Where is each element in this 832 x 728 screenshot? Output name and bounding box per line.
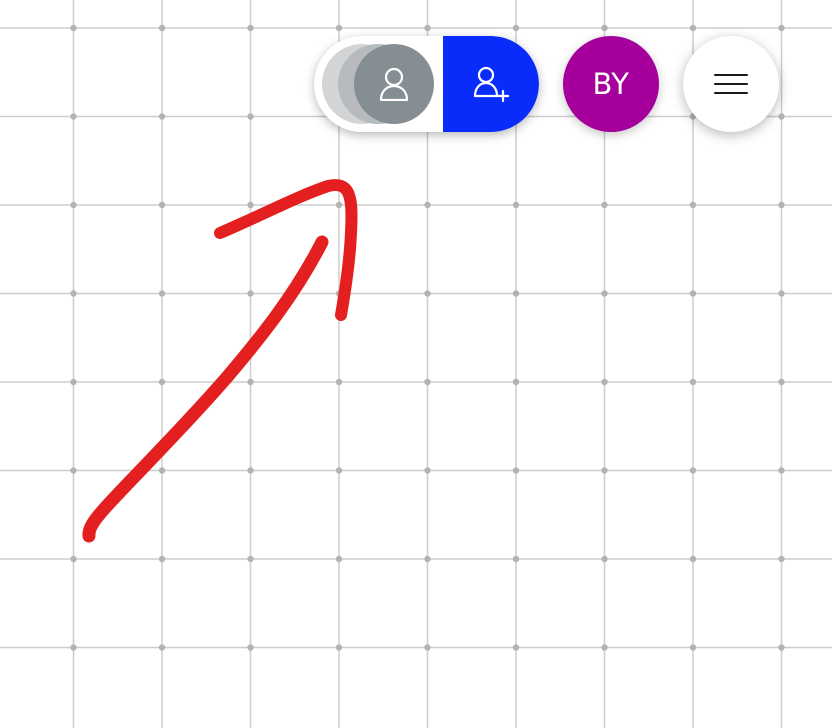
grid-dot bbox=[512, 555, 520, 563]
grid-dot bbox=[158, 290, 166, 297]
grid-dot bbox=[778, 378, 785, 386]
grid-dot bbox=[689, 555, 697, 563]
grid-dot bbox=[778, 290, 785, 297]
invite-user-button[interactable] bbox=[443, 36, 539, 132]
grid-dot bbox=[689, 467, 697, 474]
grid-dot bbox=[335, 467, 343, 474]
grid-dot bbox=[778, 24, 785, 32]
grid-dot bbox=[247, 555, 254, 563]
collaboration-controls bbox=[314, 36, 539, 132]
grid-dot bbox=[335, 290, 343, 297]
grid-dot bbox=[70, 378, 77, 386]
grid-dot bbox=[601, 644, 608, 651]
grid-dot bbox=[335, 644, 343, 651]
grid-dot bbox=[424, 201, 431, 209]
grid-dot bbox=[158, 24, 166, 32]
grid-dot bbox=[689, 24, 697, 32]
grid-dot bbox=[424, 378, 431, 386]
grid-dot bbox=[512, 24, 520, 32]
grid-dot bbox=[601, 378, 608, 386]
grid-dot bbox=[512, 201, 520, 209]
grid-dot bbox=[601, 290, 608, 297]
grid-dot bbox=[70, 24, 77, 32]
grid-dot bbox=[689, 201, 697, 209]
grid-dot bbox=[247, 644, 254, 651]
grid-dot bbox=[247, 113, 254, 120]
grid-dot bbox=[247, 24, 254, 32]
grid-dot bbox=[778, 201, 785, 209]
grid-dot bbox=[689, 378, 697, 386]
grid-dot bbox=[424, 24, 431, 32]
avatar[interactable] bbox=[354, 44, 434, 124]
current-user-avatar[interactable]: BY bbox=[563, 36, 659, 132]
grid-dot bbox=[424, 555, 431, 563]
grid-dot bbox=[335, 378, 343, 386]
grid-dot bbox=[424, 467, 431, 474]
grid-dot bbox=[158, 555, 166, 563]
grid-dot bbox=[247, 378, 254, 386]
grid-dot bbox=[70, 201, 77, 209]
grid-dot bbox=[601, 555, 608, 563]
grid-dot bbox=[158, 467, 166, 474]
grid-dot bbox=[512, 644, 520, 651]
grid-dot bbox=[158, 113, 166, 120]
grid-dot bbox=[778, 467, 785, 474]
grid-dot bbox=[158, 644, 166, 651]
grid-dot bbox=[158, 201, 166, 209]
grid-dot bbox=[247, 201, 254, 209]
grid-dot bbox=[689, 290, 697, 297]
grid-dot bbox=[424, 644, 431, 651]
add-user-icon bbox=[473, 66, 509, 102]
grid-dot bbox=[70, 467, 77, 474]
grid-dot bbox=[247, 467, 254, 474]
grid-dot bbox=[512, 290, 520, 297]
user-initials: BY bbox=[592, 67, 630, 101]
grid-dot bbox=[424, 290, 431, 297]
grid-dot bbox=[158, 378, 166, 386]
grid-dot bbox=[601, 201, 608, 209]
user-icon bbox=[379, 67, 409, 101]
grid-dot bbox=[778, 113, 785, 120]
grid-dot bbox=[70, 644, 77, 651]
grid-dot bbox=[335, 555, 343, 563]
grid-dot bbox=[512, 378, 520, 386]
grid-dot bbox=[601, 467, 608, 474]
grid-dot bbox=[601, 24, 608, 32]
grid-dot bbox=[335, 24, 343, 32]
collaborators-avatar-stack[interactable] bbox=[314, 36, 443, 132]
grid-dot bbox=[70, 290, 77, 297]
main-menu-button[interactable] bbox=[683, 36, 779, 132]
hamburger-menu-icon bbox=[714, 74, 748, 94]
grid-dot bbox=[70, 555, 77, 563]
grid-dot bbox=[335, 201, 343, 209]
grid-dot bbox=[689, 644, 697, 651]
grid-dot bbox=[512, 467, 520, 474]
grid-dot bbox=[778, 644, 785, 651]
grid-dot bbox=[778, 555, 785, 563]
grid-dot bbox=[70, 113, 77, 120]
grid-dot bbox=[247, 290, 254, 297]
